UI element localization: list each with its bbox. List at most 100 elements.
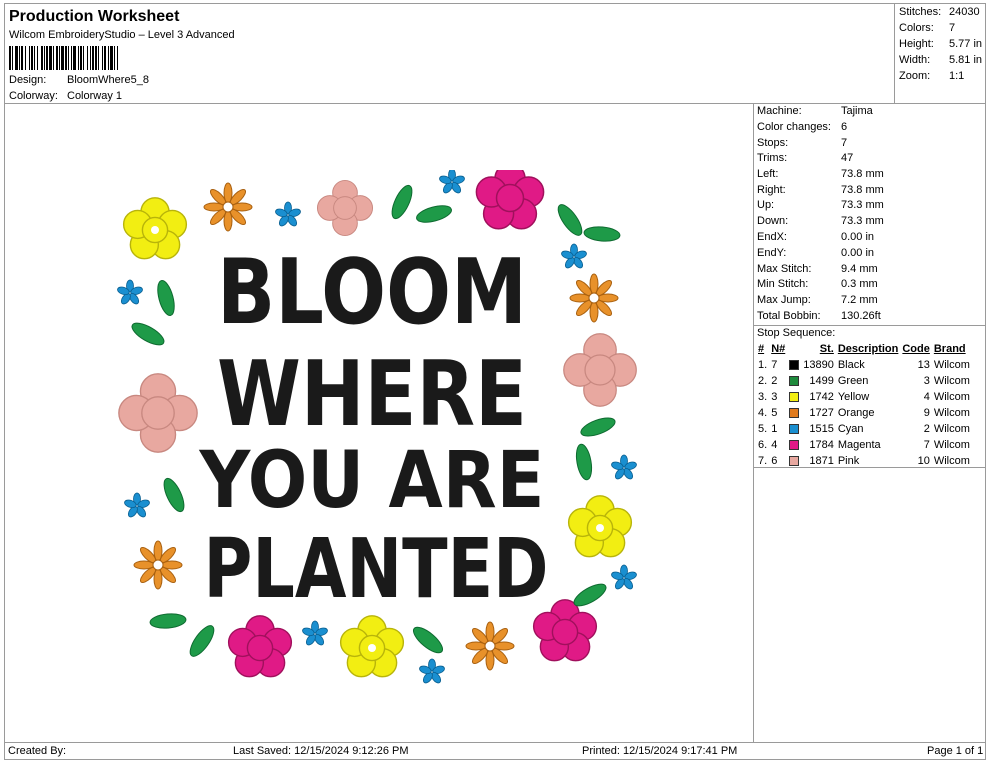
stop-sequence-table: # N# St. Description Code Brand 1. 7 13890… [756,341,972,469]
info-value: 0.00 in [841,247,875,259]
col-code: Code [902,343,930,355]
summary-panel: Stitches: 24030 Colors: 7 Height: 5.77 in W… [894,3,986,104]
color-swatch [787,421,801,437]
thread-brand: Wilcom [933,407,970,419]
info-value: 7 [841,137,848,149]
color-description: Orange [837,407,875,419]
stitch-count: 1499 [809,375,834,387]
info-label: Min Stitch: [757,278,809,290]
col-swatch [787,341,801,357]
color-swatch [787,389,801,405]
thread-code: 2 [923,423,930,435]
width-value: 5.81 in [949,54,983,66]
info-value: 0.00 in [841,231,875,243]
table-row: 3. 3 1742 Yellow 4 Wilcom [756,389,972,405]
info-row: Color changes: 6 [757,121,847,133]
stitch-count: 13890 [803,359,834,371]
stitches-label: Stitches: [899,6,942,18]
info-value: 73.8 mm [841,184,884,196]
info-label: Trims: [757,152,788,164]
info-row: Right: 73.8 mm [757,184,884,196]
color-swatch [787,437,801,453]
info-value: 73.3 mm [841,215,884,227]
colors-row: Colors: 7 [899,22,985,34]
info-label: EndY: [757,247,787,259]
info-label: Down: [757,215,789,227]
thread-brand: Wilcom [933,391,970,403]
row-index: 2. [758,375,768,387]
design-name: BloomWhere5_8 [67,74,149,86]
zoom-label: Zoom: [899,70,931,82]
thread-code: 13 [917,359,930,371]
color-swatch-icon [789,376,800,387]
info-value: 0.3 mm [841,278,878,290]
info-row: EndY: 0.00 in [757,247,874,259]
row-index: 1. [758,359,768,371]
table-row: 6. 4 1784 Magenta 7 Wilcom [756,437,972,453]
worksheet-header: Production Worksheet Wilcom EmbroiderySt… [4,3,895,104]
color-swatch [787,405,801,421]
design-text-line-3: YOU ARE [199,436,545,526]
stitch-count: 1515 [809,423,834,435]
thread-code: 7 [923,439,930,451]
info-label: Total Bobbin: [757,310,821,322]
height-row: Height: 5.77 in [899,38,985,50]
info-value: 6 [841,121,848,133]
stitches-value: 24030 [949,6,980,18]
zoom-value: 1:1 [949,70,965,82]
color-description: Yellow [837,391,870,403]
info-value: 9.4 mm [841,263,878,275]
color-description: Green [837,375,869,387]
colors-label: Colors: [899,22,934,34]
color-swatch [787,357,801,373]
row-index: 3. [758,391,768,403]
color-description: Magenta [837,439,881,451]
thread-code: 4 [923,391,930,403]
color-swatch-icon [789,440,800,451]
info-label: Left: [757,168,779,180]
worksheet-title: Production Worksheet [9,8,180,25]
design-label: Design: [9,74,47,86]
info-row: Total Bobbin: 130.26ft [757,310,881,322]
design-text-line-4: PLANTED [204,522,549,617]
created-by: Created By: [8,745,67,757]
needle-number: 7 [771,359,778,371]
design-row: Design: BloomWhere5_8 [9,74,149,86]
stitch-count: 1742 [809,391,834,403]
col-description: Description [837,343,899,355]
info-row: Machine: Tajima [757,105,873,117]
info-value: 47 [841,152,854,164]
info-label: Stops: [757,137,789,149]
color-swatch-icon [789,408,800,419]
row-index: 5. [758,423,768,435]
info-row: Down: 73.3 mm [757,215,884,227]
color-swatch-icon [789,456,800,467]
color-swatch-icon [789,424,800,435]
last-saved: Last Saved: 12/15/2024 9:12:26 PM [233,745,409,757]
stitches-row: Stitches: 24030 [899,6,985,18]
color-swatch [787,373,801,389]
info-label: Max Jump: [757,294,811,306]
divider [754,325,985,326]
stitch-count: 1727 [809,407,834,419]
thread-brand: Wilcom [933,375,970,387]
needle-number: 4 [771,439,778,451]
software-name: Wilcom EmbroideryStudio – Level 3 Advanc… [9,29,235,41]
barcode [9,46,245,70]
col-index: # [758,343,765,355]
thread-brand: Wilcom [933,439,970,451]
height-label: Height: [899,38,934,50]
color-swatch-icon [789,392,800,403]
width-row: Width: 5.81 in [899,54,985,66]
info-label: Max Stitch: [757,263,812,275]
table-header-row: # N# St. Description Code Brand [756,341,972,357]
color-description: Black [837,359,865,371]
row-index: 4. [758,407,768,419]
info-label: EndX: [757,231,787,243]
colors-value: 7 [949,22,956,34]
printed-date: Printed: 12/15/2024 9:17:41 PM [582,745,738,757]
embroidery-design-image: BLOOM WHERE YOU ARE PLANTED [116,170,638,686]
barcode-bar [118,46,120,70]
thread-brand: Wilcom [933,423,970,435]
divider [754,467,985,468]
